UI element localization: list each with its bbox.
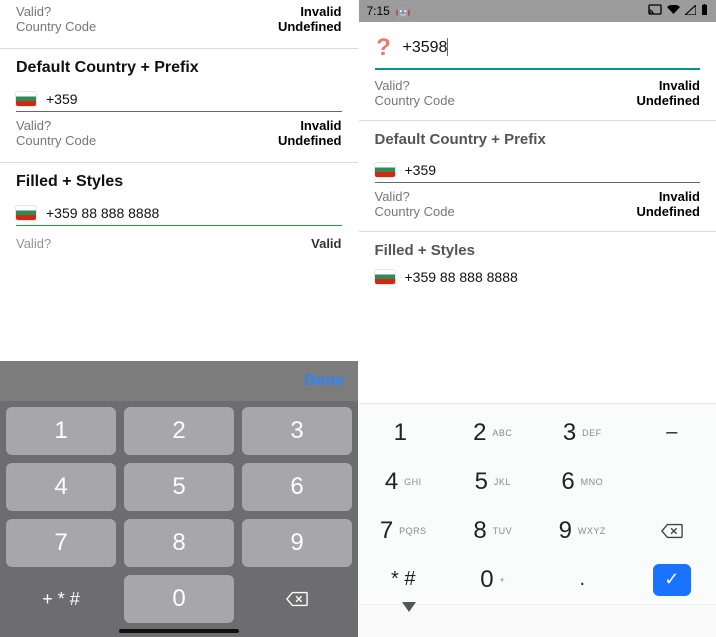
battery-icon (701, 4, 708, 18)
phone-input-default[interactable]: +359 (359, 156, 716, 182)
signal-icon (685, 4, 696, 18)
phone-input-default[interactable]: +359 (0, 85, 358, 111)
key-0[interactable]: 0 (124, 575, 234, 623)
key-6[interactable]: 6MNO (538, 457, 628, 506)
valid-value: Invalid (300, 4, 341, 19)
backspace-key[interactable] (242, 575, 352, 623)
android-status-bar: 7:15 🤖 (359, 0, 716, 22)
key-8[interactable]: 8 (124, 519, 234, 567)
home-indicator (119, 629, 239, 633)
enter-key[interactable]: ✓ (627, 555, 716, 604)
country-code-label: Country Code (16, 19, 96, 34)
flag-icon (16, 206, 36, 220)
key-7[interactable]: 7PQRS (359, 506, 449, 555)
done-button[interactable]: Done (304, 372, 344, 390)
country-code-label: Country Code (16, 133, 96, 148)
android-nav-bar (359, 604, 716, 637)
flag-icon (375, 163, 395, 177)
valid-label: Valid? (375, 78, 410, 93)
ios-keyboard: Done 1 2 3 4 5 6 7 8 9 + * # 0 (0, 361, 358, 637)
key-4[interactable]: 4 (6, 463, 116, 511)
valid-label: Valid? (16, 118, 51, 133)
country-code-row: Country Code Undefined (359, 204, 716, 219)
flag-icon (16, 92, 36, 106)
country-code-value: Undefined (278, 133, 342, 148)
key-4[interactable]: 4GHI (359, 457, 449, 506)
phone-value: +359 (405, 162, 437, 178)
backspace-icon (286, 591, 308, 607)
phone-value: +359 (46, 91, 78, 107)
flag-icon (375, 270, 395, 284)
key-7[interactable]: 7 (6, 519, 116, 567)
country-code-row: Country Code Undefined (0, 19, 358, 34)
section-filled-title: Filled + Styles (359, 242, 716, 259)
valid-value: Invalid (659, 189, 700, 204)
key-3[interactable]: 3 (242, 407, 352, 455)
key-1[interactable]: 1 (359, 408, 449, 457)
phone-value: +3598 (403, 38, 449, 58)
key-symbols[interactable]: + * # (6, 575, 116, 623)
check-icon: ✓ (653, 564, 691, 596)
text-caret (447, 38, 448, 56)
android-icon: 🤖 (396, 4, 411, 18)
key-9[interactable]: 9WXYZ (538, 506, 628, 555)
backspace-icon (661, 523, 683, 539)
valid-value: Invalid (659, 78, 700, 93)
phone-input-filled[interactable]: +359 88 888 8888 (359, 267, 716, 287)
country-code-row: Country Code Undefined (0, 133, 358, 148)
valid-row: Valid? Invalid (0, 118, 358, 133)
key-5[interactable]: 5JKL (448, 457, 538, 506)
key-8[interactable]: 8TUV (448, 506, 538, 555)
key-6[interactable]: 6 (242, 463, 352, 511)
key-0[interactable]: 0+ (448, 555, 538, 604)
valid-row: Valid? Invalid (0, 4, 358, 19)
key-2[interactable]: 2 (124, 407, 234, 455)
key-2[interactable]: 2ABC (448, 408, 538, 457)
key-3[interactable]: 3DEF (538, 408, 628, 457)
key-dash[interactable]: – (627, 408, 716, 457)
section-default-title: Default Country + Prefix (0, 59, 358, 77)
country-code-label: Country Code (375, 93, 455, 108)
country-code-row: Country Code Undefined (359, 93, 716, 108)
valid-row-cropped: Valid? Valid (0, 236, 358, 251)
backspace-key[interactable] (627, 506, 716, 555)
key-9[interactable]: 9 (242, 519, 352, 567)
phone-value: +359 88 888 8888 (405, 269, 518, 285)
valid-row: Valid? Invalid (359, 189, 716, 204)
cast-icon (648, 4, 662, 18)
country-code-value: Undefined (636, 93, 700, 108)
status-time: 7:15 (367, 4, 390, 18)
android-pane: 7:15 🤖 ? +3598 Valid? Invalid C (359, 0, 716, 637)
key-dot[interactable]: . (538, 555, 628, 604)
phone-input-filled[interactable]: +359 88 888 8888 (0, 199, 358, 225)
valid-label: Valid? (16, 236, 51, 251)
country-code-value: Undefined (278, 19, 342, 34)
valid-row: Valid? Invalid (359, 78, 716, 93)
unknown-flag-icon: ? (375, 34, 393, 62)
nav-back-button[interactable] (402, 612, 416, 630)
section-default-title: Default Country + Prefix (359, 131, 716, 148)
valid-value: Invalid (300, 118, 341, 133)
key-5[interactable]: 5 (124, 463, 234, 511)
android-keyboard: 1 2ABC 3DEF – 4GHI 5JKL 6MNO 7PQRS 8TUV … (359, 403, 716, 637)
key-1[interactable]: 1 (6, 407, 116, 455)
section-filled-title: Filled + Styles (0, 173, 358, 191)
valid-label: Valid? (16, 4, 51, 19)
wifi-icon (667, 4, 680, 18)
phone-value: +359 88 888 8888 (46, 205, 159, 221)
keyboard-accessory: Done (0, 361, 358, 401)
valid-label: Valid? (375, 189, 410, 204)
country-code-value: Undefined (636, 204, 700, 219)
key-space[interactable] (627, 457, 716, 506)
ios-pane: Valid? Invalid Country Code Undefined De… (0, 0, 359, 637)
phone-input-top[interactable]: ? +3598 (359, 22, 716, 68)
country-code-label: Country Code (375, 204, 455, 219)
key-star-hash[interactable]: * # (359, 555, 449, 604)
valid-value: Valid (311, 236, 341, 251)
